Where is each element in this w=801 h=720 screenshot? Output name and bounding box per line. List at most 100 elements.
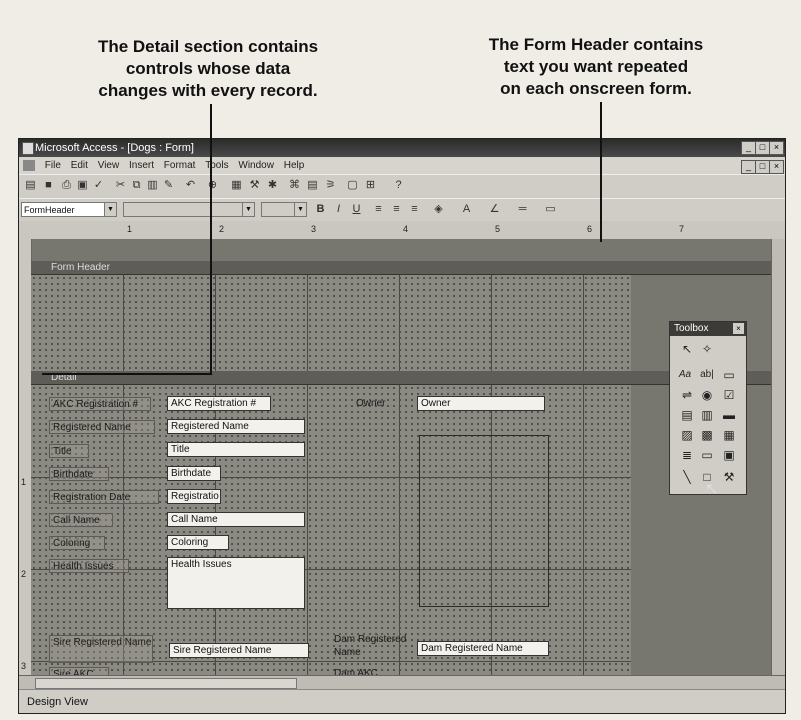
registration-date-label[interactable]: Registration Date xyxy=(49,490,159,504)
page-break-icon[interactable]: ≣ xyxy=(678,446,696,464)
form-design-area[interactable]: 1 2 3 Form Header Detail AKC Registratio… xyxy=(19,239,771,675)
coloring-label[interactable]: Coloring xyxy=(49,536,105,550)
select-objects-icon[interactable]: ↖ xyxy=(678,340,696,358)
font-combo[interactable]: ▼ xyxy=(123,202,255,217)
menu-edit[interactable]: Edit xyxy=(71,157,88,174)
health-issues-label[interactable]: Health Issues xyxy=(49,559,129,573)
dam-akc-label[interactable]: Dam AKC xyxy=(331,667,391,675)
toolbox-icon[interactable]: ⚒ xyxy=(247,178,262,193)
new-object-icon[interactable]: ⊞ xyxy=(363,178,378,193)
option-group-icon[interactable]: ▭ xyxy=(720,366,738,384)
form-header-grid[interactable] xyxy=(31,275,631,371)
font-combo-arrow-icon[interactable]: ▼ xyxy=(242,203,254,216)
menu-file[interactable]: File xyxy=(45,157,61,174)
object-combo-arrow-icon[interactable]: ▼ xyxy=(104,203,116,216)
text-box-tool-icon[interactable]: ab| xyxy=(698,366,716,384)
line-color-icon[interactable]: ∠ xyxy=(487,202,502,217)
align-left-icon[interactable]: ≡ xyxy=(371,202,386,217)
call-name-label[interactable]: Call Name xyxy=(49,513,113,527)
print-preview-icon[interactable]: ▣ xyxy=(75,178,90,193)
dam-registered-name-textbox[interactable]: Dam Registered Name xyxy=(417,641,549,656)
call-name-textbox[interactable]: Call Name xyxy=(167,512,305,527)
toolbox-close-icon[interactable]: × xyxy=(733,323,744,334)
more-controls-icon[interactable]: ⚒ xyxy=(720,468,738,486)
control-wizards-icon[interactable]: ✧ xyxy=(698,340,716,358)
field-list-icon[interactable]: ▦ xyxy=(229,178,244,193)
title-label[interactable]: Title xyxy=(49,444,89,458)
unbound-object-frame-icon[interactable]: ▩ xyxy=(698,426,716,444)
close-button[interactable]: × xyxy=(769,141,784,155)
line-tool-icon[interactable]: ╲ xyxy=(678,468,696,486)
owner-textbox[interactable]: Owner xyxy=(417,396,545,411)
italic-button[interactable]: I xyxy=(331,202,346,217)
menu-insert[interactable]: Insert xyxy=(129,157,154,174)
build-icon[interactable]: ⚞ xyxy=(323,178,338,193)
dam-registered-name-label[interactable]: Dam Registered Name xyxy=(331,633,411,661)
image-tool-icon[interactable]: ▨ xyxy=(678,426,696,444)
fill-color-icon[interactable]: ◈ xyxy=(431,202,446,217)
font-color-icon[interactable]: A xyxy=(459,202,474,217)
menu-view[interactable]: View xyxy=(98,157,120,174)
option-button-icon[interactable]: ◉ xyxy=(698,386,716,404)
align-center-icon[interactable]: ≡ xyxy=(389,202,404,217)
owner-label[interactable]: Owner xyxy=(353,397,403,411)
registered-name-textbox[interactable]: Registered Name xyxy=(167,419,305,434)
form-header-bar[interactable]: Form Header xyxy=(31,261,771,275)
cut-icon[interactable]: ✂ xyxy=(113,178,128,193)
birthdate-label[interactable]: Birthdate xyxy=(49,467,109,481)
size-combo[interactable]: ▼ xyxy=(261,202,307,217)
akc-registration-label[interactable]: AKC Registration # xyxy=(49,397,151,411)
underline-button[interactable]: U xyxy=(349,202,364,217)
list-box-icon[interactable]: ▥ xyxy=(698,406,716,424)
align-right-icon[interactable]: ≡ xyxy=(407,202,422,217)
birthdate-textbox[interactable]: Birthdate xyxy=(167,466,221,481)
properties-icon[interactable]: ▤ xyxy=(305,178,320,193)
doc-close-button[interactable]: × xyxy=(769,160,784,174)
sire-registered-name-label[interactable]: Sire Registered Name xyxy=(49,635,153,663)
horizontal-ruler[interactable]: 1 2 3 4 5 6 7 xyxy=(19,221,785,240)
tab-control-icon[interactable]: ▭ xyxy=(698,446,716,464)
label-tool-icon[interactable]: Aa xyxy=(676,366,694,384)
menu-help[interactable]: Help xyxy=(284,157,305,174)
size-combo-arrow-icon[interactable]: ▼ xyxy=(294,203,306,216)
copy-icon[interactable]: ⧉ xyxy=(129,178,144,193)
object-combo[interactable]: FormHeader ▼ xyxy=(21,202,117,217)
doc-restore-button[interactable]: □ xyxy=(755,160,770,174)
special-effect-icon[interactable]: ▭ xyxy=(543,202,558,217)
hyperlink-icon[interactable]: ⊕ xyxy=(205,178,220,193)
save-icon[interactable]: ■ xyxy=(41,178,56,193)
health-issues-textbox[interactable]: Health Issues xyxy=(167,557,305,609)
maximize-button[interactable]: □ xyxy=(755,141,770,155)
sire-akc-label[interactable]: Sire AKC xyxy=(49,667,109,675)
toolbox-palette[interactable]: Toolbox × ↖ ✧ Aa ab| ▭ ⇌ ◉ ☑ ▤ ▥ ▬ ▨ ▩ ▦… xyxy=(669,321,747,495)
akc-registration-textbox[interactable]: AKC Registration # xyxy=(167,396,271,411)
undo-icon[interactable]: ↶ xyxy=(183,178,198,193)
toolbox-title-bar[interactable]: Toolbox × xyxy=(670,322,746,336)
registration-date-textbox[interactable]: Registratio xyxy=(167,489,221,504)
view-icon[interactable]: ▤ xyxy=(23,178,38,193)
doc-minimize-button[interactable]: _ xyxy=(741,160,756,174)
horizontal-scrollbar[interactable] xyxy=(19,675,785,690)
help-icon[interactable]: ? xyxy=(391,178,406,193)
menu-window[interactable]: Window xyxy=(238,157,274,174)
print-icon[interactable]: ⎙ xyxy=(59,178,74,193)
title-bar[interactable]: Microsoft Access - [Dogs : Form] _ □ × xyxy=(19,139,785,157)
line-width-icon[interactable]: ═ xyxy=(515,202,530,217)
menu-tools[interactable]: Tools xyxy=(205,157,228,174)
toggle-button-icon[interactable]: ⇌ xyxy=(678,386,696,404)
subform-icon[interactable]: ▣ xyxy=(720,446,738,464)
bold-button[interactable]: B xyxy=(313,202,328,217)
autoformat-icon[interactable]: ✱ xyxy=(265,178,280,193)
bound-object-frame-icon[interactable]: ▦ xyxy=(720,426,738,444)
code-icon[interactable]: ⌘ xyxy=(287,178,302,193)
check-box-icon[interactable]: ☑ xyxy=(720,386,738,404)
registered-name-label[interactable]: Registered Name xyxy=(49,420,155,434)
format-painter-icon[interactable]: ✎ xyxy=(161,178,176,193)
minimize-button[interactable]: _ xyxy=(741,141,756,155)
command-button-icon[interactable]: ▬ xyxy=(720,406,738,424)
spelling-icon[interactable]: ✓ xyxy=(91,178,106,193)
title-textbox[interactable]: Title xyxy=(167,442,305,457)
menu-format[interactable]: Format xyxy=(164,157,196,174)
owner-subform-frame[interactable] xyxy=(419,435,549,607)
horizontal-scroll-thumb[interactable] xyxy=(35,678,297,689)
